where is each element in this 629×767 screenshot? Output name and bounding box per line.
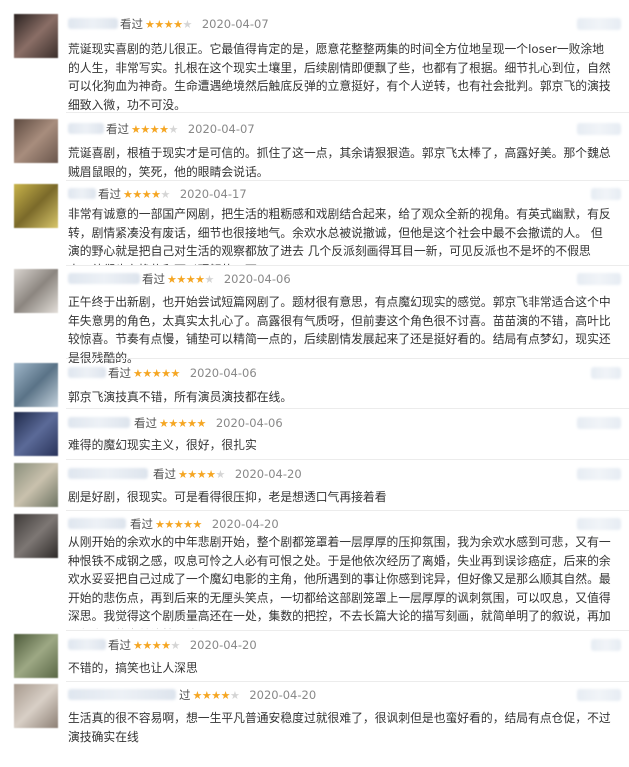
useful-count[interactable] — [577, 18, 621, 30]
review-meta: 看过 ★★★★★ 2020-04-20 — [108, 638, 257, 653]
review-meta: 看过 ★★★★★ 2020-04-06 — [108, 366, 257, 381]
watched-label: 过 — [179, 688, 191, 702]
username[interactable] — [68, 639, 106, 650]
review-date: 2020-04-20 — [234, 467, 302, 481]
watched-label: 看过 — [106, 122, 129, 136]
watched-label: 看过 — [120, 17, 143, 31]
review-date: 2020-04-20 — [249, 688, 317, 702]
review-meta: 过 ★★★★★ 2020-04-20 — [179, 688, 316, 703]
avatar[interactable] — [14, 14, 58, 58]
useful-count[interactable] — [577, 417, 621, 429]
divider — [66, 358, 629, 359]
review-date: 2020-04-07 — [187, 122, 255, 136]
watched-label: 看过 — [134, 416, 157, 430]
review-text: 郭京飞演技真不错，所有演员演技都在线。 — [68, 390, 293, 404]
avatar[interactable] — [14, 363, 58, 407]
divider — [66, 408, 629, 409]
review-text: 荒诞现实喜剧的范儿很正。它最值得肯定的是，愿意花整整两集的时间全方位地呈现一个l… — [68, 42, 611, 112]
username[interactable] — [68, 417, 130, 428]
watched-label: 看过 — [142, 272, 165, 286]
review-text: 荒诞喜剧，根植于现实才是可信的。抓住了这一点，其余请狠狠造。郭京飞太棒了，高露好… — [68, 146, 611, 179]
watched-label: 看过 — [108, 366, 131, 380]
rating-stars: ★★★★★ — [145, 18, 192, 31]
rating-stars: ★★★★★ — [131, 123, 178, 136]
review-text: 难得的魔幻现实主义，很好，很扎实 — [68, 438, 257, 452]
useful-count[interactable] — [577, 123, 621, 135]
review-meta: 看过 ★★★★★ 2020-04-06 — [142, 272, 291, 287]
username[interactable] — [68, 188, 96, 199]
username[interactable] — [68, 18, 118, 29]
username[interactable] — [68, 468, 148, 479]
avatar[interactable] — [14, 119, 58, 163]
review-date: 2020-04-20 — [211, 517, 279, 531]
review-date: 2020-04-20 — [189, 638, 257, 652]
divider — [66, 681, 629, 682]
rating-stars: ★★★★★ — [167, 273, 214, 286]
review-date: 2020-04-06 — [223, 272, 291, 286]
review-text: 正午终于出新剧，也开始尝试短篇网剧了。题材很有意思，有点魔幻现实的感觉。郭京飞非… — [68, 295, 611, 365]
watched-label: 看过 — [108, 638, 131, 652]
rating-stars: ★★★★★ — [123, 188, 170, 201]
rating-stars: ★★★★★ — [133, 639, 180, 652]
useful-count[interactable] — [591, 367, 621, 379]
review-date: 2020-04-07 — [201, 17, 269, 31]
username[interactable] — [68, 367, 106, 378]
rating-stars: ★★★★★ — [155, 518, 202, 531]
divider — [66, 265, 629, 266]
rating-stars: ★★★★★ — [133, 367, 180, 380]
review-date: 2020-04-17 — [179, 187, 247, 201]
watched-label: 看过 — [130, 517, 153, 531]
rating-stars: ★★★★★ — [178, 468, 225, 481]
divider — [66, 180, 629, 181]
divider — [66, 459, 629, 460]
review-meta: 看过 ★★★★★ 2020-04-06 — [134, 416, 283, 431]
avatar[interactable] — [14, 269, 58, 313]
avatar[interactable] — [14, 463, 58, 507]
review-meta: 看过 ★★★★★ 2020-04-20 — [153, 467, 302, 482]
review-date: 2020-04-06 — [215, 416, 283, 430]
avatar[interactable] — [14, 634, 58, 678]
watched-label: 看过 — [98, 187, 121, 201]
useful-count[interactable] — [577, 518, 621, 530]
watched-label: 看过 — [153, 467, 176, 481]
useful-count[interactable] — [577, 689, 621, 701]
review-meta: 看过 ★★★★★ 2020-04-07 — [120, 17, 269, 32]
avatar[interactable] — [14, 412, 58, 456]
useful-count[interactable] — [577, 468, 621, 480]
rating-stars: ★★★★★ — [159, 417, 206, 430]
review-text: 非常有诚意的一部国产网剧，把生活的粗粝感和戏剧结合起来，给了观众全新的视角。有英… — [68, 207, 611, 265]
divider — [66, 112, 629, 113]
avatar[interactable] — [14, 684, 58, 728]
review-meta: 看过 ★★★★★ 2020-04-07 — [106, 122, 255, 137]
divider — [66, 510, 629, 511]
username[interactable] — [68, 518, 126, 529]
avatar[interactable] — [14, 514, 58, 558]
useful-count[interactable] — [591, 639, 621, 651]
review-text: 从刚开始的余欢水的中年悲剧开始，整个剧都笼罩着一层厚厚的压抑氛围，我为余欢水感到… — [68, 535, 611, 629]
review-text: 剧是好剧，很现实。可是看得很压抑，老是想透口气再接着看 — [68, 490, 387, 504]
rating-stars: ★★★★★ — [192, 689, 240, 702]
useful-count[interactable] — [577, 273, 621, 285]
avatar[interactable] — [14, 184, 58, 228]
review-meta: 看过 ★★★★★ 2020-04-20 — [130, 517, 279, 532]
review-meta: 看过 ★★★★★ 2020-04-17 — [98, 187, 247, 202]
username[interactable] — [68, 123, 104, 134]
review-text: 不错的，搞笑也让人深思 — [68, 661, 198, 675]
username[interactable] — [68, 689, 176, 700]
review-date: 2020-04-06 — [189, 366, 257, 380]
divider — [66, 630, 629, 631]
username[interactable] — [68, 273, 140, 284]
useful-count[interactable] — [591, 188, 621, 200]
review-text: 生活真的很不容易啊，想一生平凡普通安稳度过就很难了，很讽刺但是也蛮好看的，结局有… — [68, 711, 611, 744]
